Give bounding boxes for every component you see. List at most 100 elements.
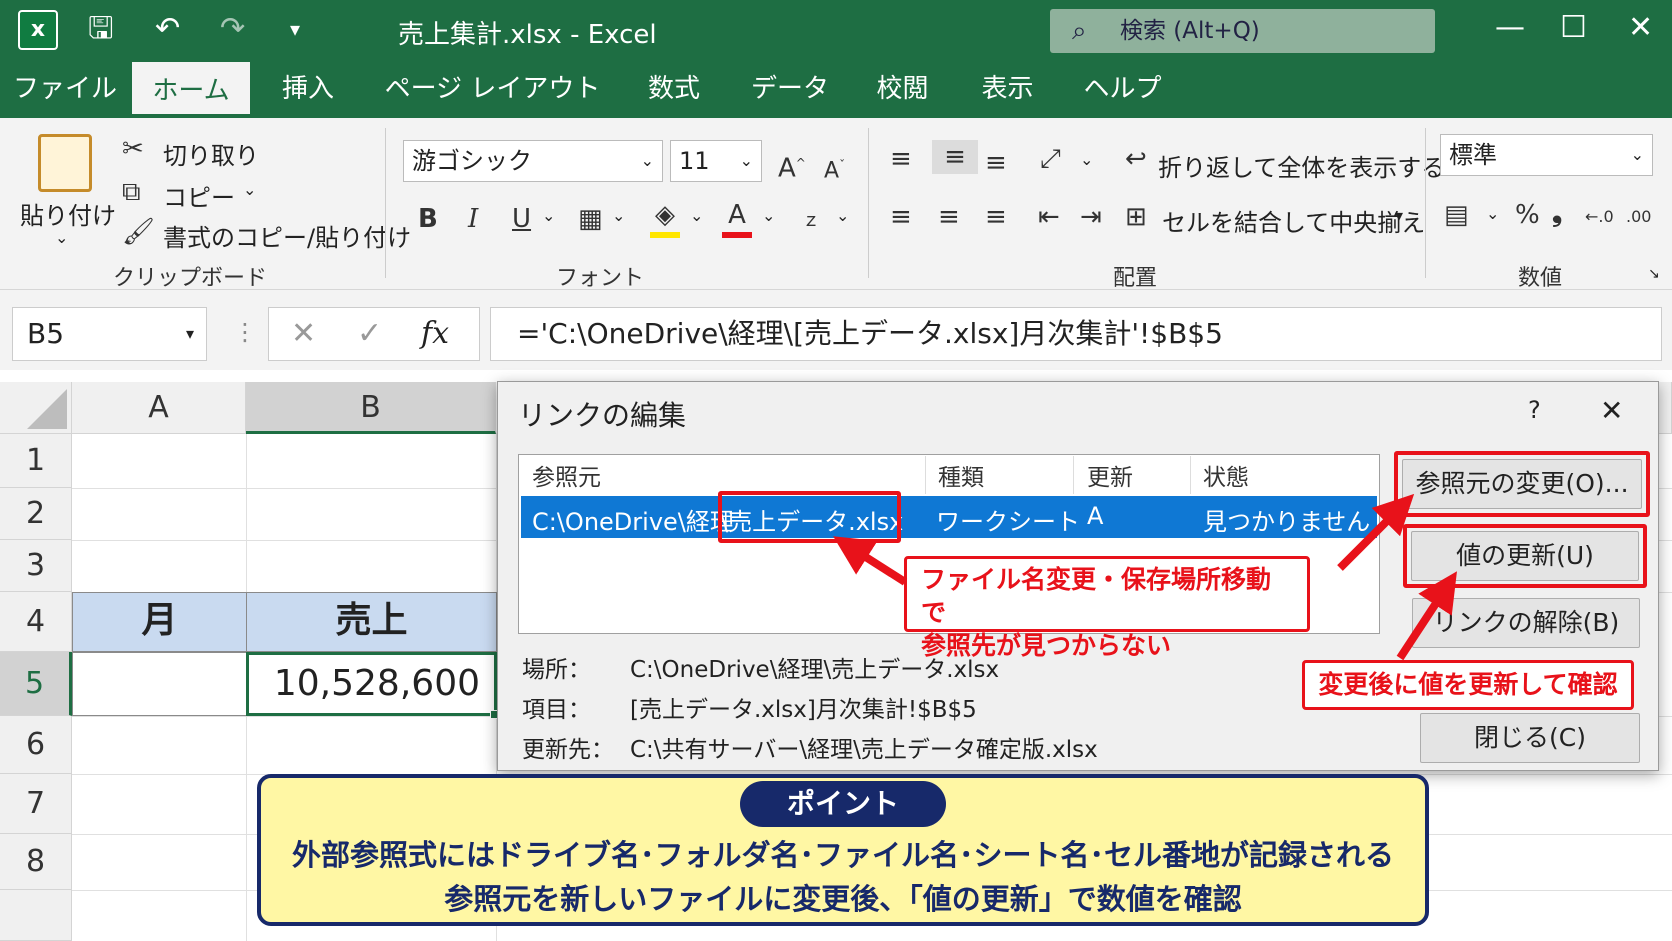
number-format-value: 標準 bbox=[1449, 141, 1497, 169]
merge-dropdown-icon[interactable]: ▾ bbox=[1395, 206, 1403, 225]
font-color-dropdown-icon[interactable]: ⌄ bbox=[762, 206, 775, 225]
cell-b4-sales[interactable]: 売上 bbox=[246, 592, 497, 652]
underline-button[interactable]: U bbox=[512, 202, 531, 236]
row-header-3[interactable]: 3 bbox=[0, 540, 72, 592]
minimize-icon[interactable]: — bbox=[1495, 10, 1525, 45]
enter-icon[interactable]: ✓ bbox=[357, 316, 382, 351]
link-status: 見つかりません bbox=[1203, 508, 1371, 536]
formula-actions: ✕ ✓ fx bbox=[268, 307, 480, 361]
save-icon[interactable]: 🖫 bbox=[88, 12, 114, 46]
undo-icon[interactable]: ↶ bbox=[155, 12, 180, 46]
column-header-type[interactable]: 種類 bbox=[938, 458, 984, 492]
increase-decimal-icon[interactable]: ←.0 bbox=[1585, 200, 1614, 234]
align-middle-icon[interactable]: ≡ bbox=[932, 140, 978, 174]
row-header-7[interactable]: 7 bbox=[0, 774, 72, 834]
info-value-update-to: C:\共有サーバー\経理\売上データ確定版.xlsx bbox=[630, 737, 1098, 763]
align-top-icon[interactable]: ≡ bbox=[890, 142, 912, 176]
increase-font-icon[interactable]: A^ bbox=[778, 146, 806, 186]
dialog-launcher-icon[interactable]: ↘ bbox=[1648, 266, 1660, 282]
customize-qat-icon[interactable]: ▾ bbox=[290, 12, 300, 46]
row-header-2[interactable]: 2 bbox=[0, 488, 72, 540]
name-box[interactable]: B5 ▾ bbox=[12, 307, 207, 361]
callout-not-found: ファイル名変更・保存場所移動で 参照先が見つからない bbox=[904, 556, 1310, 660]
phonetic-dropdown-icon[interactable]: ⌄ bbox=[836, 206, 849, 225]
tab-review[interactable]: 校閲 bbox=[860, 60, 945, 118]
row-header-9[interactable] bbox=[0, 890, 72, 941]
align-right-icon[interactable]: ≡ bbox=[985, 200, 1007, 234]
tab-formulas[interactable]: 数式 bbox=[628, 60, 720, 118]
paste-dropdown-icon[interactable]: ⌄ bbox=[55, 228, 68, 247]
font-color-icon[interactable]: A bbox=[722, 198, 752, 238]
close-window-icon[interactable]: ✕ bbox=[1628, 10, 1653, 45]
italic-button[interactable]: I bbox=[468, 202, 478, 236]
formula-input[interactable]: ='C:\OneDrive\経理\[売上データ.xlsx]月次集計'!$B$5 bbox=[490, 307, 1662, 361]
tab-help[interactable]: ヘルプ bbox=[1075, 60, 1170, 118]
break-link-button[interactable]: リンクの解除(B) bbox=[1412, 598, 1640, 648]
column-header-status[interactable]: 状態 bbox=[1203, 458, 1249, 492]
tab-page-layout[interactable]: ページ レイアウト bbox=[380, 60, 605, 118]
merge-center-button[interactable]: セルを結合して中央揃え bbox=[1162, 203, 1425, 238]
borders-dropdown-icon[interactable]: ⌄ bbox=[612, 206, 625, 225]
decrease-indent-icon[interactable]: ⇤ bbox=[1038, 200, 1060, 234]
paste-button[interactable]: 貼り付け bbox=[20, 196, 116, 231]
align-bottom-icon[interactable]: ≡ bbox=[985, 146, 1007, 180]
window-title: 売上集計.xlsx - Excel bbox=[398, 20, 657, 50]
fill-color-dropdown-icon[interactable]: ⌄ bbox=[690, 206, 703, 225]
font-size-dropdown[interactable]: 11 ⌄ bbox=[670, 140, 762, 182]
copy-dropdown-icon[interactable]: ⌄ bbox=[243, 180, 256, 199]
wrap-text-icon: ↩ bbox=[1125, 144, 1147, 174]
row-header-8[interactable]: 8 bbox=[0, 834, 72, 890]
font-name-dropdown[interactable]: 游ゴシック ⌄ bbox=[403, 140, 663, 182]
tab-file[interactable]: ファイル bbox=[10, 60, 120, 118]
column-header-b[interactable]: B bbox=[246, 382, 496, 434]
maximize-icon[interactable]: ☐ bbox=[1560, 10, 1587, 45]
align-center-icon[interactable]: ≡ bbox=[938, 200, 960, 234]
close-button[interactable]: 閉じる(C) bbox=[1420, 713, 1640, 763]
decrease-font-icon[interactable]: Aˇ bbox=[824, 148, 845, 188]
tab-data[interactable]: データ bbox=[740, 60, 840, 118]
help-button[interactable]: ? bbox=[1528, 396, 1541, 424]
underline-dropdown-icon[interactable]: ⌄ bbox=[542, 206, 555, 225]
select-all-corner[interactable] bbox=[0, 382, 72, 434]
cell-a5[interactable] bbox=[72, 652, 247, 716]
decrease-decimal-icon[interactable]: .00 bbox=[1626, 200, 1651, 234]
bold-button[interactable]: B bbox=[418, 202, 438, 236]
phonetic-icon[interactable]: ｚ bbox=[802, 204, 820, 238]
copy-button[interactable]: コピー bbox=[163, 178, 235, 213]
tab-insert[interactable]: 挿入 bbox=[262, 60, 354, 118]
column-header-source[interactable]: 参照元 bbox=[532, 458, 601, 492]
orientation-dropdown-icon[interactable]: ⌄ bbox=[1080, 150, 1093, 169]
orientation-icon[interactable]: ⤢ bbox=[1040, 142, 1061, 176]
percent-button[interactable]: % bbox=[1515, 198, 1540, 232]
column-separator bbox=[1190, 456, 1191, 494]
accounting-dropdown-icon[interactable]: ⌄ bbox=[1486, 204, 1499, 223]
column-header-update[interactable]: 更新 bbox=[1087, 458, 1133, 492]
cut-button[interactable]: 切り取り bbox=[163, 136, 259, 171]
cell-b5-selected[interactable]: 10,528,600 bbox=[246, 652, 497, 716]
info-label-update-to: 更新先： bbox=[522, 737, 614, 763]
increase-indent-icon[interactable]: ⇥ bbox=[1080, 200, 1102, 234]
wrap-text-button[interactable]: 折り返して全体を表示する bbox=[1158, 148, 1445, 183]
more-options-icon[interactable]: ⋮ bbox=[233, 318, 257, 346]
fill-color-icon[interactable]: ◈ bbox=[650, 198, 680, 238]
number-format-dropdown[interactable]: 標準 ⌄ bbox=[1440, 134, 1653, 176]
insert-function-icon[interactable]: fx bbox=[421, 316, 449, 351]
search-box[interactable]: ⌕ 検索 (Alt+Q) bbox=[1050, 9, 1435, 53]
comma-style-icon[interactable]: ❟ bbox=[1552, 196, 1562, 230]
tab-home[interactable]: ホーム bbox=[132, 62, 250, 118]
redo-icon[interactable]: ↷ bbox=[220, 12, 245, 46]
tab-view[interactable]: 表示 bbox=[965, 60, 1050, 118]
row-header-5[interactable]: 5 bbox=[0, 652, 72, 716]
paste-icon[interactable] bbox=[38, 134, 92, 192]
row-header-4[interactable]: 4 bbox=[0, 592, 72, 652]
accounting-format-icon[interactable]: ▤ bbox=[1444, 198, 1469, 232]
dialog-close-icon[interactable]: ✕ bbox=[1600, 394, 1623, 427]
row-header-1[interactable]: 1 bbox=[0, 434, 72, 488]
cell-a4-month[interactable]: 月 bbox=[72, 592, 247, 652]
align-left-icon[interactable]: ≡ bbox=[890, 200, 912, 234]
row-header-6[interactable]: 6 bbox=[0, 716, 72, 774]
format-painter-button[interactable]: 書式のコピー/貼り付け bbox=[163, 218, 411, 253]
cancel-icon[interactable]: ✕ bbox=[291, 316, 316, 351]
borders-icon[interactable]: ▦ bbox=[578, 202, 603, 236]
column-header-a[interactable]: A bbox=[72, 382, 246, 434]
